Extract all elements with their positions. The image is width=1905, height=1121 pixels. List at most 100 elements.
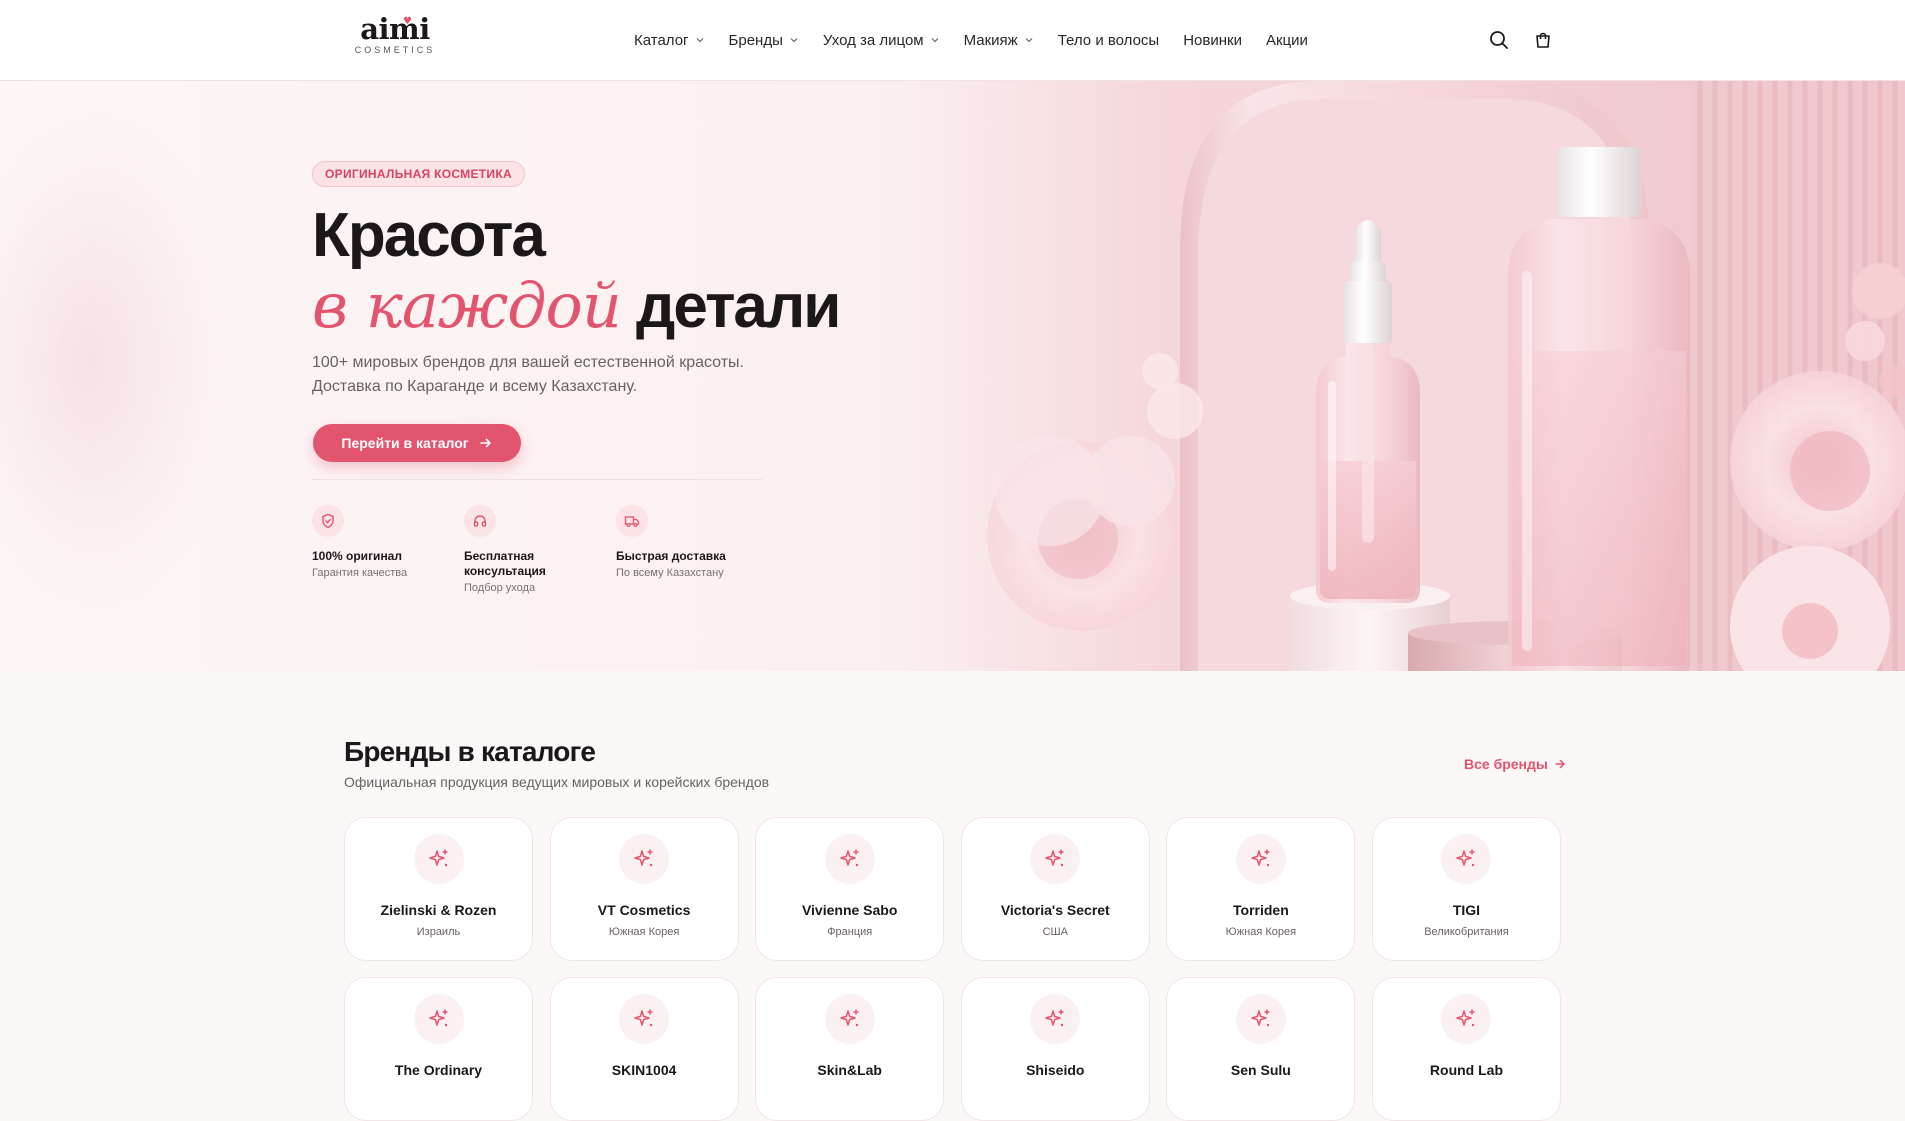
logo-wordmark: aimi [360,12,430,46]
nav-label: Акции [1265,31,1308,49]
brand-card[interactable]: Sen Sulu [1166,977,1356,1121]
hero-product-image [930,81,1905,671]
brand-name: Skin&Lab [817,1062,882,1078]
feature-desc: По всему Казахстану [616,567,724,579]
sparkle-icon [619,834,670,884]
sparkle-icon [824,994,875,1044]
brand-card[interactable]: TIGI Великобритания [1371,817,1561,961]
brand-name: VT Cosmetics [597,902,691,918]
sparkle-icon [1030,994,1081,1044]
brand-name: Victoria's Secret [1000,902,1110,918]
nav-label: Уход за лицом [822,31,924,49]
chevron-down-icon [931,38,939,43]
hero-subtitle-line1: 100+ мировых брендов для вашей естествен… [312,354,744,371]
nav-label: Новинки [1183,31,1242,49]
nav-item-face-care[interactable]: Уход за лицом [823,32,940,49]
arrow-right-icon [1555,759,1565,769]
brand-country: США [1042,926,1068,938]
sparkle-icon [413,834,464,884]
sparkle-icon [619,994,670,1044]
brand-name: Sen Sulu [1230,1062,1291,1078]
feature-desc: Гарантия качества [312,567,408,579]
brands-title: Бренды в каталоге [344,736,596,767]
hero-section: ОРИГИНАЛЬНАЯ КОСМЕТИКА Красота в каждой … [0,81,1905,671]
nav-label: Тело и волосы [1057,31,1160,49]
hero-title: Красота в каждой детали [312,201,841,342]
go-to-catalog-button[interactable]: Перейти в каталог [313,424,521,462]
brand-card[interactable]: SKIN1004 [549,977,739,1121]
nav-label: Бренды [728,31,783,49]
nav-item-catalog[interactable]: Каталог [634,32,705,49]
nav-label: Макияж [963,31,1018,49]
all-brands-label: Все бренды [1464,756,1548,772]
brand-country: Израиль [416,926,461,938]
brand-country: Южная Корея [608,926,680,938]
feature-desc: Подбор ухода [464,582,536,594]
sparkle-icon [824,834,875,884]
brand-name: Torriden [1233,902,1289,918]
nav-item-brands[interactable]: Бренды [729,32,799,49]
hero-title-accent: в каждой [312,269,622,342]
site-header: aimi ♥ COSMETICS Каталог Бренды Уход за л… [0,0,1905,81]
sparkle-icon [1441,834,1492,884]
brand-card[interactable]: The Ordinary [344,977,533,1121]
nav-item-new[interactable]: Новинки [1183,32,1242,49]
feature-consultation: Бесплатная консультация Подбор ухода [464,505,584,595]
brand-card[interactable]: Torriden Южная Корея [1166,817,1356,961]
brand-name: TIGI [1452,902,1481,918]
brand-country: Франция [827,926,873,938]
main-nav: Каталог Бренды Уход за лицом Макияж Тело… [634,0,1332,80]
all-brands-link[interactable]: Все бренды [1464,756,1566,772]
hero-blossom-blur [0,101,240,621]
hero-badge: ОРИГИНАЛЬНАЯ КОСМЕТИКА [312,161,525,187]
brand-name: Shiseido [1026,1062,1085,1078]
cart-icon[interactable] [1532,29,1554,51]
nav-item-makeup[interactable]: Макияж [964,32,1034,49]
divider [312,479,762,480]
brand-name: The Ordinary [394,1062,483,1078]
feature-title: Бесплатная консультация [464,549,546,578]
truck-icon [616,505,648,537]
shield-icon [312,505,344,537]
brand-name: Vivienne Sabo [801,902,898,918]
feature-title: Быстрая доставка [616,549,726,563]
arrow-right-icon [479,438,491,448]
chevron-down-icon [790,38,798,43]
brands-subtitle: Официальная продукция ведущих мировых и … [344,774,770,790]
feature-original: 100% оригинал Гарантия качества [312,505,462,580]
brand-card[interactable]: Vivienne Sabo Франция [755,817,945,961]
brand-grid: Zielinski & Rozen Израиль VT Cosmetics Южна… [344,817,1561,1121]
sparkle-icon [1235,834,1286,884]
brand-name: SKIN1004 [611,1062,677,1078]
hero-title-line1: Красота [312,201,546,270]
nav-item-sales[interactable]: Акции [1266,32,1308,49]
brand-card[interactable]: Skin&Lab [755,977,945,1121]
brand-card[interactable]: Shiseido [960,977,1150,1121]
brand-country: Южная Корея [1225,926,1297,938]
nav-item-body-hair[interactable]: Тело и волосы [1058,32,1160,49]
nav-label: Каталог [634,31,689,49]
brand-name: Round Lab [1429,1062,1504,1078]
search-icon[interactable] [1488,29,1510,51]
logo[interactable]: aimi ♥ COSMETICS [352,14,438,56]
chevron-down-icon [696,38,703,43]
sparkle-icon [1441,994,1492,1044]
chevron-down-icon [1025,38,1033,43]
feature-title: 100% оригинал [312,549,402,563]
cta-label: Перейти в каталог [341,435,469,451]
sparkle-icon [1235,994,1286,1044]
hero-subtitle: 100+ мировых брендов для вашей естествен… [312,351,782,399]
sparkle-icon [1030,834,1081,884]
brand-card[interactable]: Victoria's Secret США [960,817,1150,961]
hero-title-rest: детали [636,272,841,341]
hero-subtitle-line2: Доставка по Караганде и всему Казахстану… [312,378,638,395]
heart-icon: ♥ [403,16,412,27]
feature-delivery: Быстрая доставка По всему Казахстану [616,505,766,580]
brand-card[interactable]: Zielinski & Rozen Израиль [344,817,533,961]
brand-name: Zielinski & Rozen [380,902,497,918]
sparkle-icon [413,994,464,1044]
brand-country: Великобритания [1424,926,1509,938]
headset-icon [464,505,496,537]
brand-card[interactable]: Round Lab [1371,977,1561,1121]
brand-card[interactable]: VT Cosmetics Южная Корея [549,817,739,961]
